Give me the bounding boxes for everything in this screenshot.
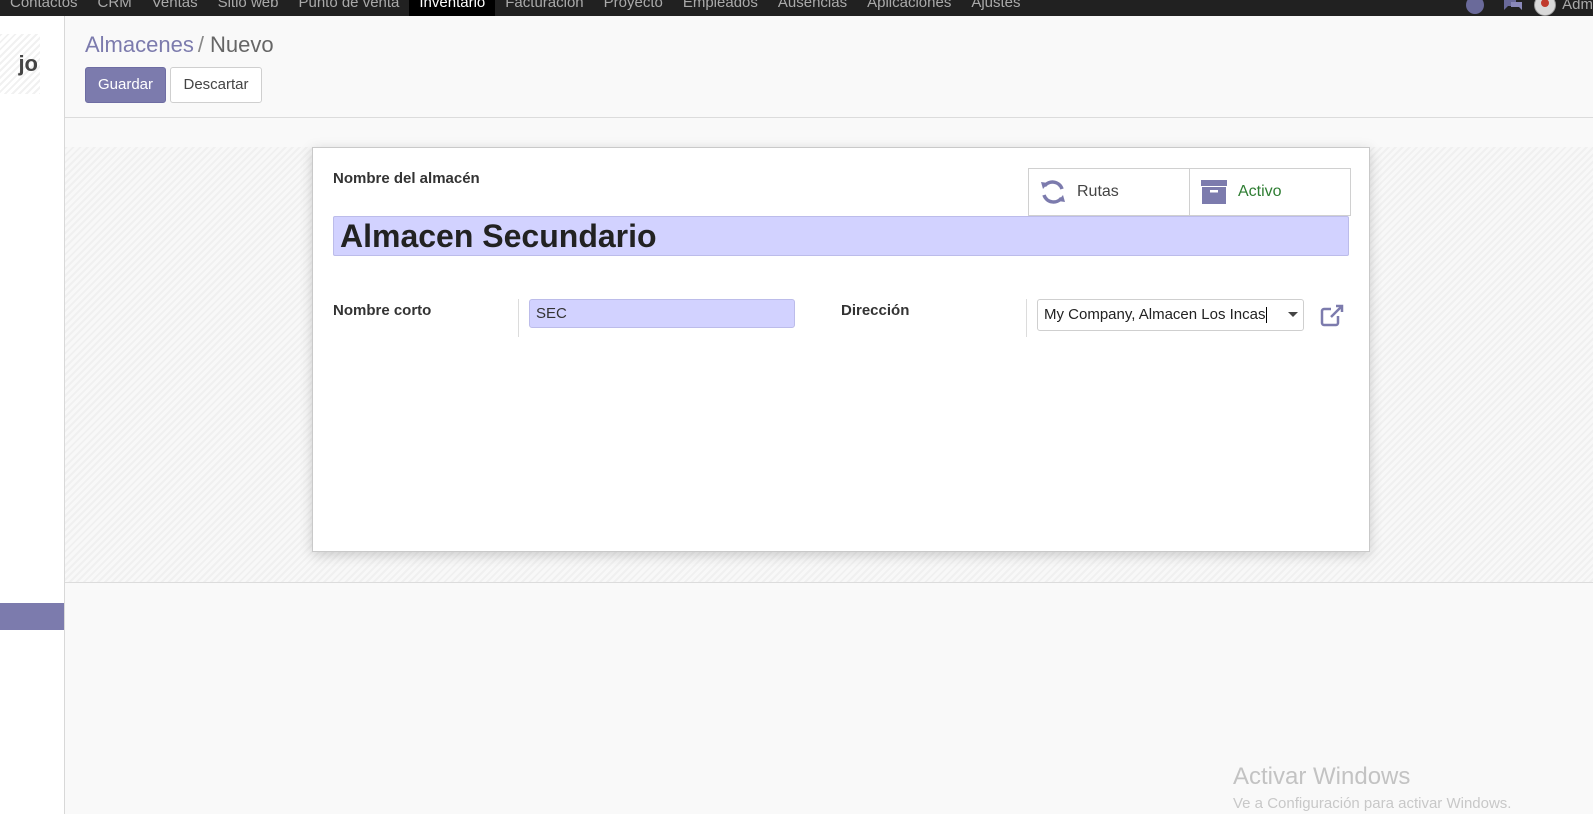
active-toggle-button[interactable]: Activo — [1189, 169, 1350, 215]
windows-activation-subtext: Ve a Configuración para activar Windows. — [1233, 795, 1512, 812]
menu-item-crm[interactable]: CRM — [88, 0, 142, 16]
form-sheet: Rutas Activo Nombre del almacén Almacen … — [312, 147, 1370, 552]
breadcrumb-separator: / — [197, 32, 204, 57]
menu-item-ajustes[interactable]: Ajustes — [961, 0, 1030, 16]
activity-icon[interactable] — [1466, 0, 1485, 14]
breadcrumb: Almacenes / Nuevo — [85, 32, 274, 58]
chat-icon[interactable] — [1502, 0, 1524, 13]
company-logo: jo — [0, 34, 40, 94]
refresh-icon — [1041, 180, 1065, 204]
sidebar-active-item[interactable] — [0, 603, 64, 630]
routes-label: Rutas — [1077, 183, 1119, 200]
chevron-down-icon[interactable] — [1288, 312, 1298, 317]
menu-item-punto-de-venta[interactable]: Punto de venta — [288, 0, 409, 16]
menu-item-ventas[interactable]: Ventas — [142, 0, 208, 16]
menu-item-aplicaciones[interactable]: Aplicaciones — [857, 0, 961, 16]
menu-item-empleados[interactable]: Empleados — [673, 0, 768, 16]
field-separator — [518, 299, 519, 337]
menu-item-proyecto[interactable]: Proyecto — [594, 0, 673, 16]
menu-item-facturacion[interactable]: Facturación — [495, 0, 593, 16]
save-button[interactable]: Guardar — [85, 67, 166, 103]
warehouse-name-label: Nombre del almacén — [333, 170, 480, 187]
discard-button[interactable]: Descartar — [170, 67, 262, 103]
external-link-icon[interactable] — [1319, 303, 1345, 327]
breadcrumb-current: Nuevo — [209, 32, 274, 57]
menu-item-ausencias[interactable]: Ausencias — [768, 0, 857, 16]
control-panel: Almacenes / Nuevo Guardar Descartar — [65, 16, 1593, 118]
app-sidebar: jo — [0, 16, 65, 814]
app-menu: Contactos CRM Ventas Sitio web Punto de … — [0, 0, 1031, 16]
archive-icon — [1201, 180, 1227, 204]
active-label: Activo — [1238, 183, 1282, 200]
field-separator — [1026, 299, 1027, 337]
routes-button[interactable]: Rutas — [1029, 169, 1189, 215]
menu-item-contactos[interactable]: Contactos — [0, 0, 88, 16]
smart-button-box: Rutas Activo — [1028, 168, 1351, 216]
avatar[interactable] — [1534, 0, 1557, 16]
address-select[interactable]: My Company, Almacen Los Incas — [1037, 299, 1304, 331]
user-name[interactable]: Adm — [1562, 0, 1593, 15]
top-navbar: Contactos CRM Ventas Sitio web Punto de … — [0, 0, 1593, 16]
windows-activation-watermark: Activar Windows — [1233, 763, 1411, 790]
address-value: My Company, Almacen Los Incas — [1044, 306, 1266, 323]
breadcrumb-parent-link[interactable]: Almacenes — [85, 32, 194, 57]
menu-item-inventario[interactable]: Inventario — [409, 0, 496, 16]
systray: Adm — [1466, 0, 1593, 16]
short-name-input[interactable]: SEC — [529, 299, 795, 328]
menu-item-sitio-web[interactable]: Sitio web — [208, 0, 289, 16]
address-label: Dirección — [841, 302, 910, 319]
short-name-label: Nombre corto — [333, 302, 432, 319]
text-cursor — [1266, 307, 1268, 324]
warehouse-name-input[interactable]: Almacen Secundario — [333, 216, 1349, 256]
